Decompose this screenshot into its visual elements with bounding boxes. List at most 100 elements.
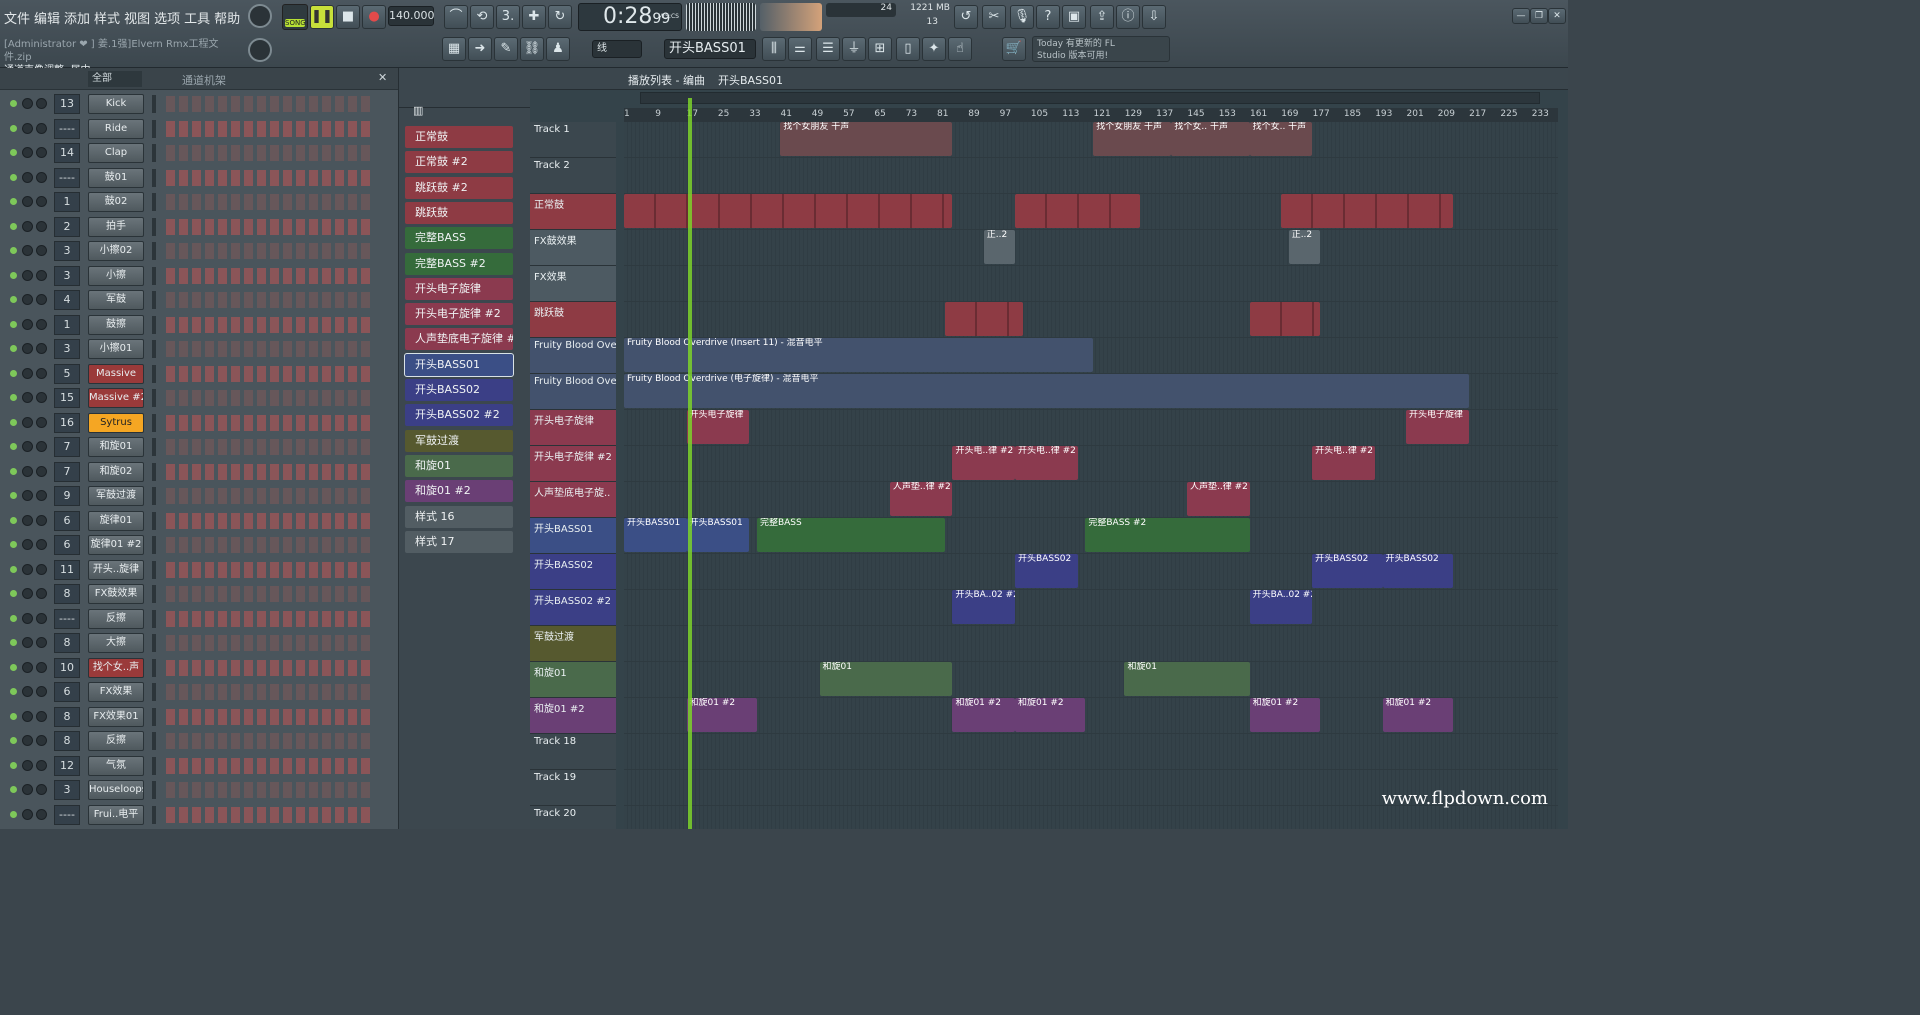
- track-lane[interactable]: [624, 230, 1558, 266]
- channel-row[interactable]: 5 Massive: [0, 362, 398, 386]
- channel-mute-led[interactable]: [10, 320, 17, 328]
- channel-volume-knob[interactable]: [36, 514, 47, 526]
- step-sequencer[interactable]: [166, 806, 374, 823]
- channel-mixer-track[interactable]: 1: [54, 314, 80, 335]
- pattern-item[interactable]: 跳跃鼓: [405, 201, 513, 224]
- playlist-clip[interactable]: 和旋01: [1124, 662, 1250, 696]
- pattern-item[interactable]: 军鼓过渡: [405, 429, 513, 452]
- step-sequencer[interactable]: [166, 365, 374, 382]
- pattern-item[interactable]: 和旋01 #2: [405, 480, 513, 503]
- channel-select[interactable]: [152, 291, 156, 309]
- channel-mute-led[interactable]: [10, 467, 17, 475]
- channel-name-button[interactable]: 反擦: [88, 731, 144, 751]
- channel-pan-knob[interactable]: [22, 269, 33, 281]
- channel-name-button[interactable]: 反擦: [88, 608, 144, 629]
- channel-pan-knob[interactable]: [22, 147, 33, 158]
- track-lane[interactable]: [624, 590, 1558, 626]
- track-header[interactable]: Track 20: [530, 806, 616, 829]
- channel-name-button[interactable]: FX鼓效果: [88, 584, 144, 604]
- channel-volume-knob[interactable]: [36, 759, 47, 771]
- track-header[interactable]: 开头BASS01: [530, 518, 616, 554]
- menu-add[interactable]: 添加: [64, 8, 90, 27]
- channel-row[interactable]: 11 开头..旋律: [0, 558, 398, 582]
- channel-volume-knob[interactable]: [36, 441, 47, 452]
- channel-mute-led[interactable]: [10, 296, 17, 303]
- help-icon[interactable]: ?: [1036, 5, 1060, 29]
- channel-mute-led[interactable]: [10, 663, 17, 671]
- step-sequencer[interactable]: [166, 488, 374, 504]
- channel-select[interactable]: [152, 487, 156, 505]
- channel-pan-knob[interactable]: [22, 392, 33, 403]
- channel-pan-knob[interactable]: [22, 220, 33, 232]
- channel-mute-led[interactable]: [10, 271, 17, 279]
- channel-volume-knob[interactable]: [36, 686, 47, 697]
- step-sequencer[interactable]: [166, 782, 374, 798]
- drum-clip[interactable]: [1249, 302, 1320, 336]
- channel-volume-knob[interactable]: [36, 808, 47, 820]
- save-icon[interactable]: ▣: [1062, 5, 1086, 29]
- channel-select[interactable]: [152, 609, 156, 628]
- channel-mute-led[interactable]: [10, 394, 17, 401]
- step-sequencer[interactable]: [166, 390, 374, 406]
- playlist-clip[interactable]: 完整BASS: [756, 518, 945, 552]
- channel-pan-knob[interactable]: [22, 465, 33, 477]
- channel-volume-knob[interactable]: [36, 612, 47, 624]
- channel-row[interactable]: ---- 反擦: [0, 607, 398, 631]
- channel-mixer-track[interactable]: 13: [54, 94, 80, 114]
- channel-mute-led[interactable]: [10, 688, 17, 695]
- filter-dropdown[interactable]: 全部: [88, 71, 142, 87]
- track-header[interactable]: 开头电子旋律 #2: [530, 446, 616, 482]
- channel-row[interactable]: 3 小擦01: [0, 337, 398, 361]
- pattern-item[interactable]: 开头电子旋律 #2: [405, 303, 513, 326]
- channel-pan-knob[interactable]: [22, 196, 33, 207]
- playlist-clip[interactable]: 找个女朋友 干声: [1093, 122, 1172, 156]
- channel-select[interactable]: [152, 732, 156, 750]
- channel-select[interactable]: [152, 658, 156, 677]
- channel-name-button[interactable]: 鼓01: [88, 167, 144, 188]
- menu-options[interactable]: 选项: [154, 8, 180, 27]
- pattern-item[interactable]: 完整BASS: [405, 227, 513, 250]
- step-edit-icon[interactable]: ✚: [522, 5, 546, 29]
- channel-mute-led[interactable]: [10, 786, 17, 793]
- track-header[interactable]: 开头BASS02 #2: [530, 590, 616, 626]
- download-icon[interactable]: ⇩: [1142, 5, 1166, 29]
- metronome-icon[interactable]: ⌒: [444, 5, 468, 29]
- track-header[interactable]: FX鼓效果: [530, 230, 616, 266]
- channel-row[interactable]: 6 FX效果: [0, 680, 398, 704]
- track-lane[interactable]: [624, 806, 1558, 829]
- pause-button[interactable]: ❚❚: [310, 5, 334, 29]
- channel-select[interactable]: [152, 364, 156, 383]
- playlist-clip[interactable]: 开头BASS02: [1312, 554, 1383, 588]
- playlist-clip[interactable]: 开头BASS01: [686, 518, 750, 552]
- menu-tools[interactable]: 工具: [184, 8, 210, 27]
- channel-volume-knob[interactable]: [36, 563, 47, 575]
- track-header[interactable]: Track 18: [530, 734, 616, 770]
- channel-name-button[interactable]: 小擦01: [88, 339, 144, 359]
- channel-mute-led[interactable]: [10, 614, 17, 622]
- channel-pan-knob[interactable]: [22, 318, 33, 330]
- channel-mixer-track[interactable]: 7: [54, 437, 80, 457]
- track-lane[interactable]: [624, 626, 1558, 662]
- channel-pan-knob[interactable]: [22, 808, 33, 820]
- pattern-item[interactable]: 跳跃鼓 #2: [405, 176, 513, 199]
- pattern-item[interactable]: 开头电子旋律: [405, 277, 513, 300]
- step-sequencer[interactable]: [166, 586, 374, 602]
- pattern-item[interactable]: 人声垫底电子旋律 #2: [405, 328, 513, 351]
- channel-mute-led[interactable]: [10, 369, 17, 377]
- channel-mute-led[interactable]: [10, 418, 17, 426]
- channel-mixer-track[interactable]: 8: [54, 731, 80, 751]
- channel-select[interactable]: [152, 95, 156, 113]
- channel-name-button[interactable]: 找个女..声: [88, 657, 144, 678]
- channel-volume-knob[interactable]: [36, 122, 47, 134]
- channel-pan-knob[interactable]: [22, 784, 33, 795]
- step-sequencer[interactable]: [166, 414, 374, 431]
- channel-volume-knob[interactable]: [36, 416, 47, 428]
- stop-button[interactable]: ■: [336, 5, 360, 29]
- channel-pan-knob[interactable]: [22, 294, 33, 305]
- channel-volume-knob[interactable]: [36, 220, 47, 232]
- channel-row[interactable]: 10 找个女..声: [0, 656, 398, 680]
- channel-name-button[interactable]: FX效果: [88, 682, 144, 702]
- pattern-item[interactable]: 开头BASS01: [404, 352, 514, 377]
- step-sequencer[interactable]: [166, 145, 374, 161]
- channel-mute-led[interactable]: [10, 712, 17, 720]
